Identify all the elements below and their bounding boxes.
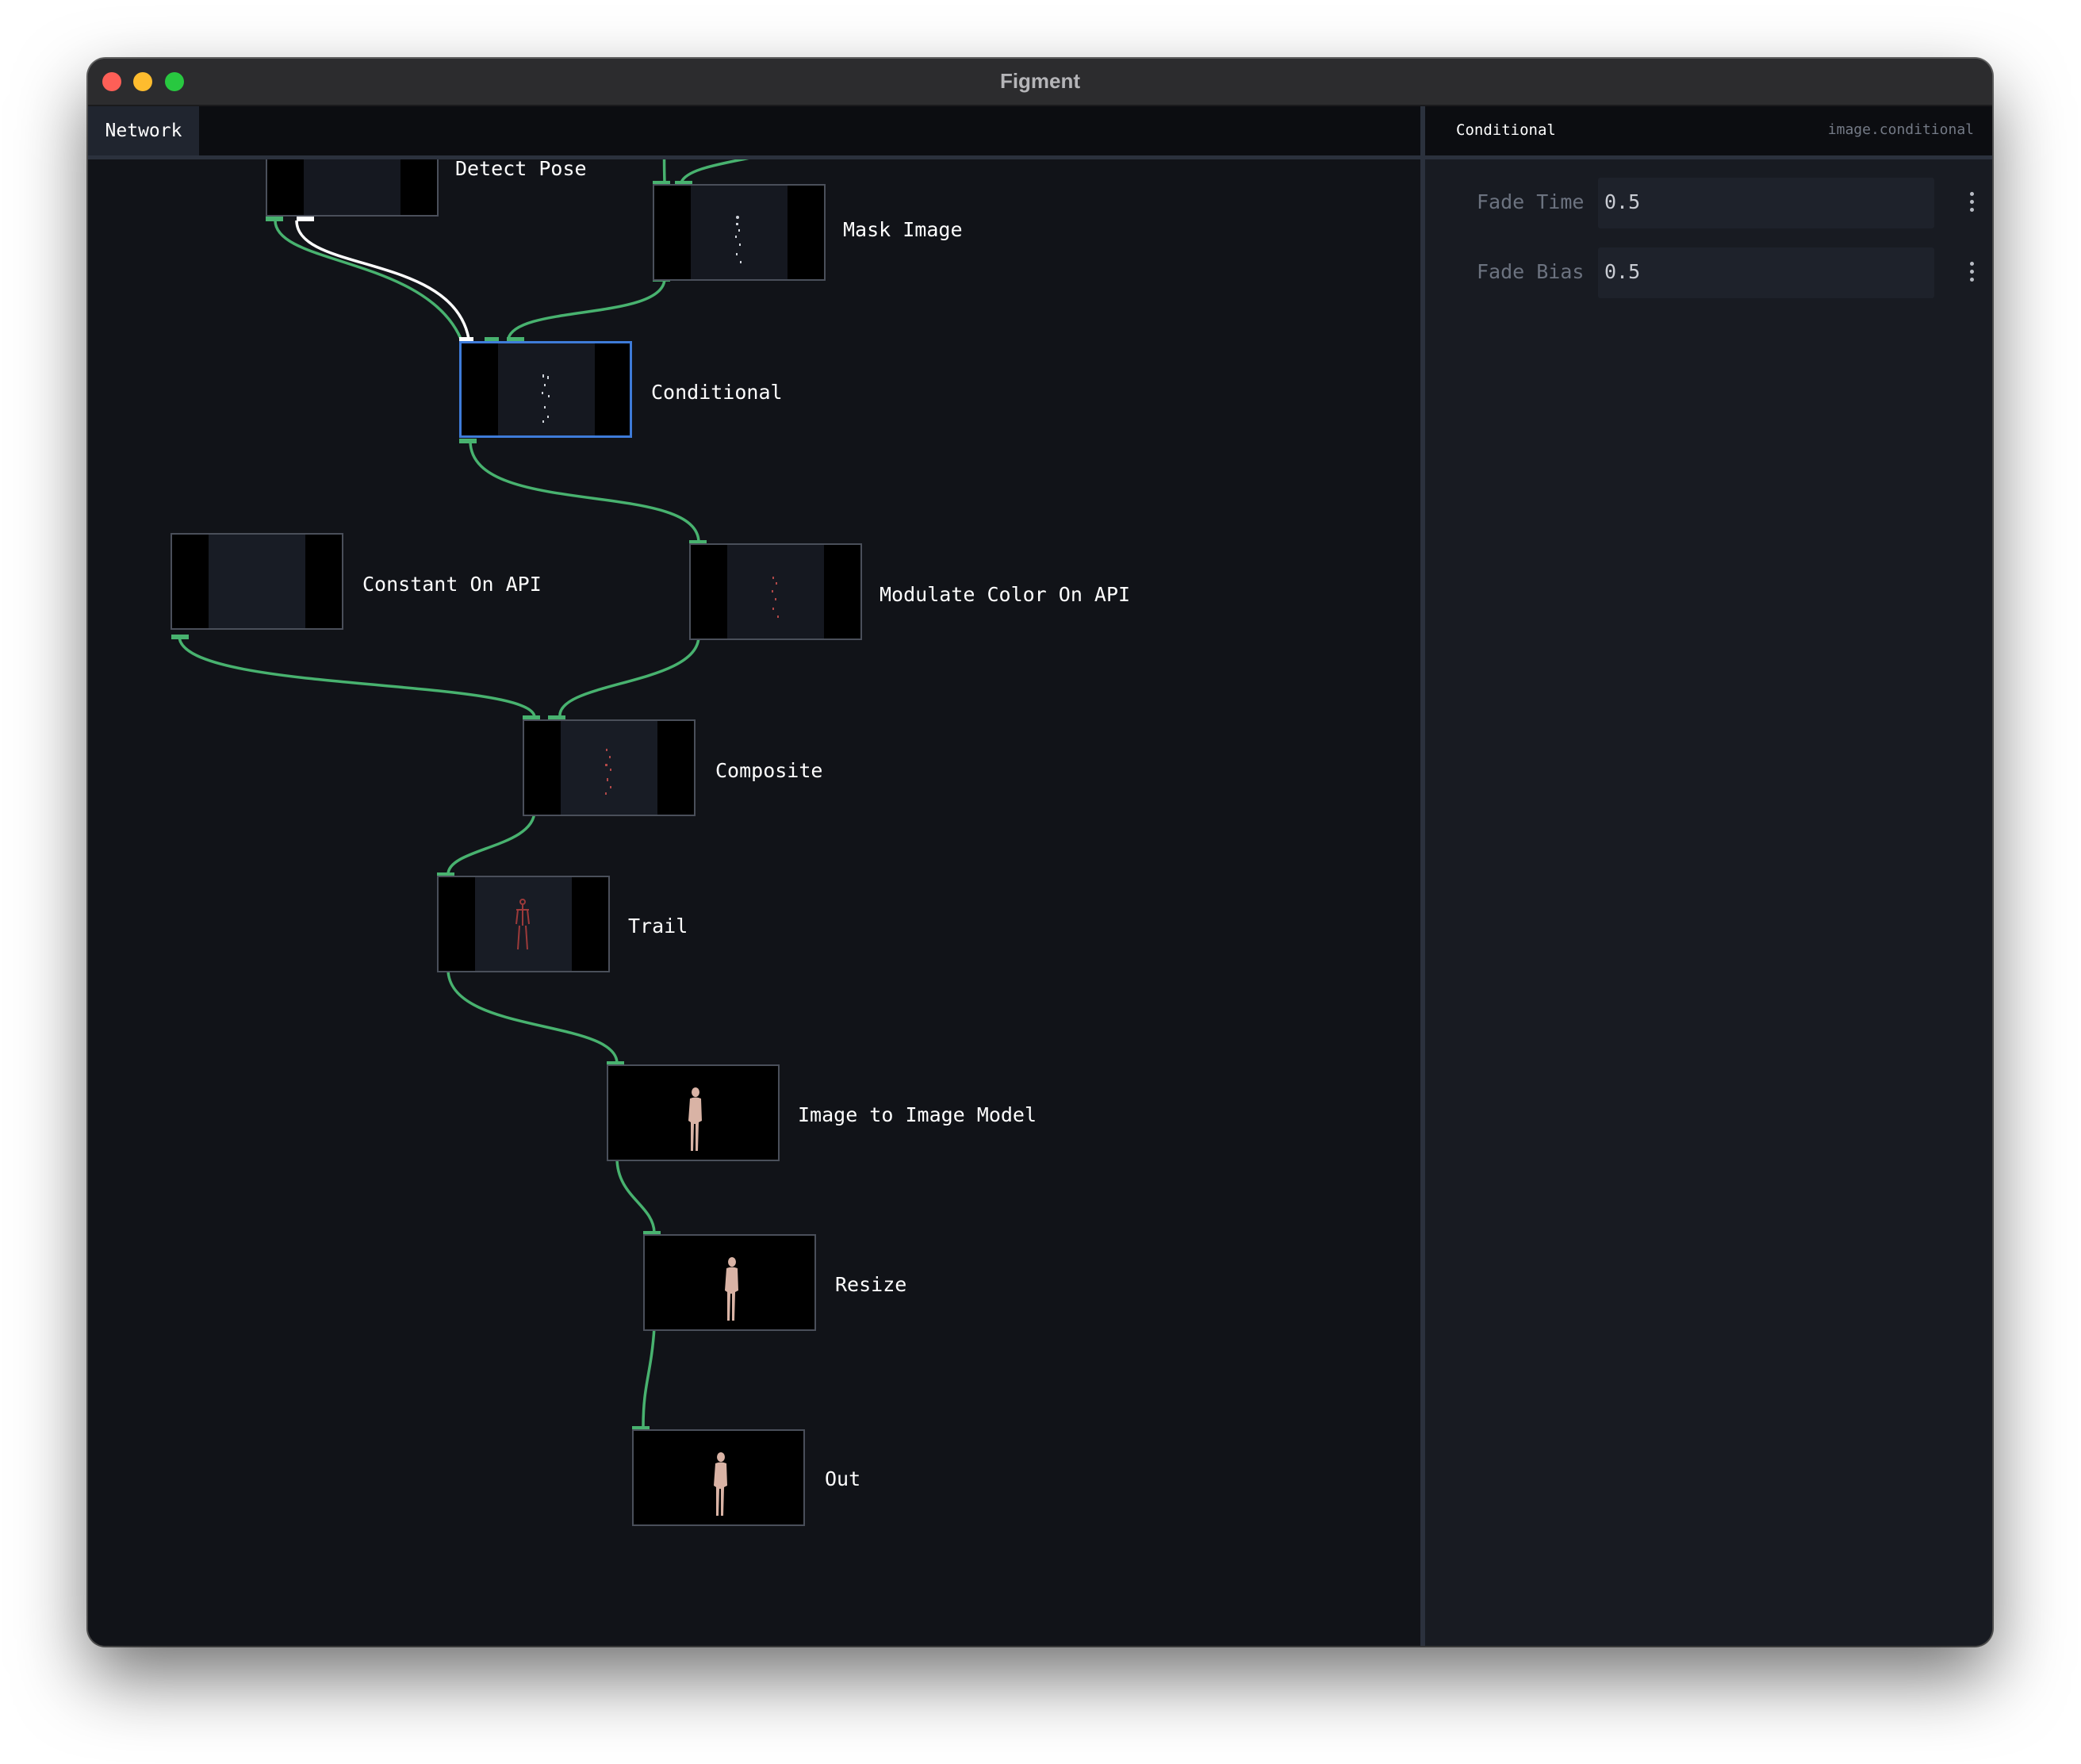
app-window: Figment Detect Pose Mask Image Condition… — [88, 59, 1992, 1646]
node-label-composite: Composite — [715, 759, 823, 782]
node-resize[interactable] — [643, 1234, 816, 1331]
param-label: Fade Time — [1477, 190, 1585, 213]
inspector-pane: Conditional image.conditional Fade Time … — [1425, 106, 1992, 1646]
wire-active-detect-to-conditional — [295, 220, 470, 339]
tab-network[interactable]: Network — [88, 106, 199, 155]
node-label-resize: Resize — [835, 1273, 907, 1296]
more-vertical-icon[interactable] — [1965, 255, 1978, 287]
wire-modulate-to-composite — [558, 635, 700, 719]
inspector-title: Conditional — [1456, 121, 1556, 139]
node-label-image-to-image-model: Image to Image Model — [798, 1103, 1037, 1126]
node-trail[interactable] — [437, 876, 610, 972]
node-image-to-image-model[interactable] — [607, 1064, 780, 1161]
node-label-out: Out — [825, 1467, 861, 1490]
param-label: Fade Bias — [1477, 260, 1585, 283]
more-vertical-icon[interactable] — [1965, 186, 1978, 217]
wire-conditional-to-modulate — [469, 439, 700, 544]
network-pane: Detect Pose Mask Image Conditional Const… — [88, 106, 1420, 1646]
wire-resize-to-out — [642, 1326, 656, 1429]
person-figure-icon — [714, 1452, 727, 1516]
pose-figure-icon — [542, 374, 550, 423]
fade-time-input[interactable]: 0.5 — [1598, 178, 1934, 228]
param-value: 0.5 — [1604, 190, 1641, 213]
node-modulate-color-on-api[interactable] — [689, 543, 862, 640]
wire-composite-to-trail — [446, 809, 536, 876]
inspector-node-type: image.conditional — [1827, 121, 1974, 138]
wire-img2img-to-resize — [615, 1156, 656, 1234]
wire-mask-image-to-conditional — [507, 277, 666, 340]
node-thumbnail — [608, 1066, 778, 1160]
node-thumbnail — [561, 721, 657, 815]
pose-figure-icon — [605, 749, 611, 795]
node-thumbnail — [475, 877, 572, 971]
wire-constant-to-composite — [178, 635, 536, 719]
node-mask-image[interactable] — [653, 184, 826, 281]
pose-figure-icon — [772, 577, 779, 618]
param-row-fade-bias: Fade Bias 0.5 — [1425, 247, 1992, 298]
node-label-mask-image: Mask Image — [843, 218, 963, 241]
person-figure-icon — [688, 1087, 702, 1151]
person-figure-icon — [725, 1257, 738, 1321]
node-label-modulate-color-on-api: Modulate Color On API — [880, 583, 1131, 606]
window-title: Figment — [999, 69, 1081, 93]
param-value: 0.5 — [1604, 260, 1641, 283]
wire-trail-to-img2img — [446, 968, 619, 1064]
node-label-detect-pose: Detect Pose — [455, 157, 587, 180]
node-label-conditional: Conditional — [651, 381, 783, 404]
node-composite[interactable] — [523, 719, 696, 816]
inspector-header: Conditional image.conditional — [1425, 106, 1992, 159]
pose-figure-icon — [515, 899, 530, 950]
node-thumbnail — [691, 186, 788, 279]
node-thumbnail — [209, 535, 305, 628]
network-canvas[interactable]: Detect Pose Mask Image Conditional Const… — [88, 106, 1420, 1646]
node-constant-on-api[interactable] — [171, 533, 343, 630]
tab-bar: Network — [88, 106, 1420, 159]
node-out[interactable] — [632, 1429, 805, 1526]
node-conditional[interactable] — [459, 341, 632, 438]
node-label-constant-on-api: Constant On API — [362, 573, 542, 596]
fade-bias-input[interactable]: 0.5 — [1598, 247, 1934, 298]
title-bar: Figment — [88, 59, 1992, 106]
node-thumbnail — [727, 545, 824, 638]
pose-figure-icon — [735, 216, 742, 263]
node-thumbnail — [498, 343, 595, 435]
node-label-trail: Trail — [628, 915, 688, 938]
node-thumbnail — [634, 1431, 803, 1524]
node-thumbnail — [645, 1236, 814, 1329]
connection-wires — [171, 106, 813, 1526]
param-row-fade-time: Fade Time 0.5 — [1425, 178, 1992, 228]
